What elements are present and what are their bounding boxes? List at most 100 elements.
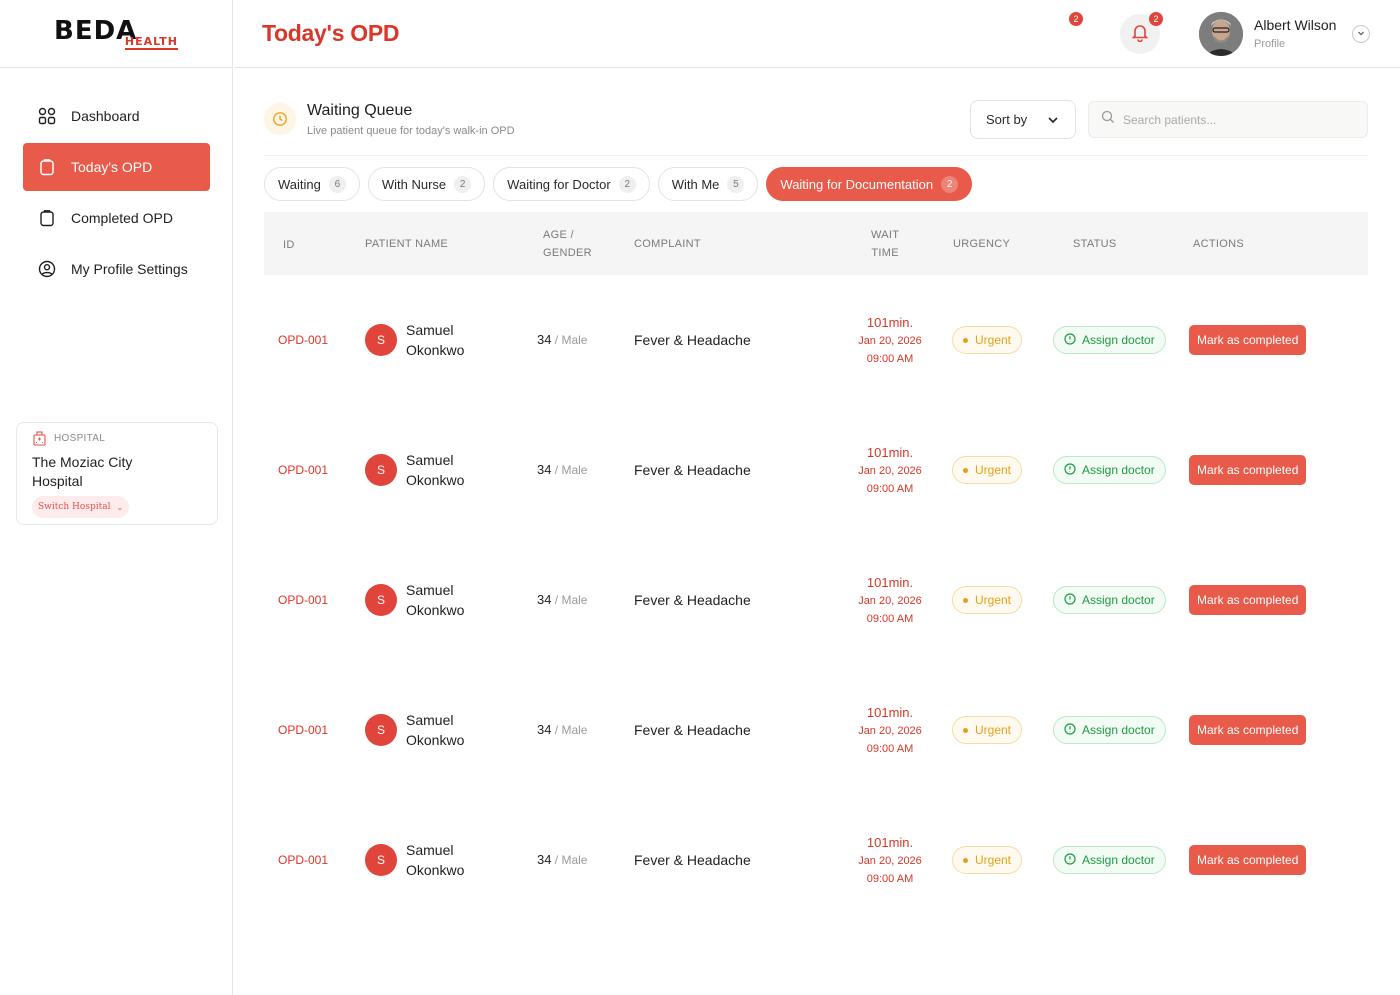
wait-time: 101min. Jan 20, 2026 09:00 AM: [849, 574, 931, 628]
sidebar-item-profile-settings[interactable]: My Profile Settings: [23, 245, 210, 293]
wait-time: 101min. Jan 20, 2026 09:00 AM: [849, 834, 931, 888]
assign-doctor-button[interactable]: Assign doctor: [1053, 326, 1166, 354]
urgency-dot-icon: [963, 857, 968, 863]
sidebar: BEDA HEALTH Dashboard Today's OPD Comple…: [0, 0, 233, 995]
wait-minutes: 101min.: [866, 705, 914, 720]
column-header-gender: GENDER: [543, 247, 592, 259]
clipboard-icon: [38, 158, 56, 176]
user-circle-icon: [38, 260, 56, 278]
avatar[interactable]: [1199, 12, 1243, 56]
mark-completed-button[interactable]: Mark as completed: [1189, 455, 1307, 485]
column-header-id: ID: [283, 239, 295, 251]
urgency-badge: Urgent: [952, 846, 1023, 874]
tab-waiting-for-documentation[interactable]: Waiting for Documentation 2: [766, 167, 973, 201]
tab-count-badge: 2: [454, 175, 472, 193]
tab-with-me[interactable]: With Me 5: [657, 167, 759, 201]
chevron-down-icon: [1356, 25, 1366, 43]
gender-value: / Male: [551, 593, 588, 607]
column-header-wait: WAIT: [871, 229, 900, 241]
wait-date: Jan 20, 2026: [858, 855, 922, 867]
patient-avatar: S: [365, 714, 397, 746]
wait-date: Jan 20, 2026: [858, 595, 922, 607]
top-header: Today's OPD 2 2 Albert Wilson Profile: [234, 0, 1400, 68]
tab-waiting[interactable]: Waiting 6: [264, 167, 360, 201]
assign-doctor-button[interactable]: Assign doctor: [1053, 846, 1166, 874]
beda-health-logo[interactable]: BEDA HEALTH: [54, 16, 178, 52]
sidebar-item-label: Today's OPD: [71, 159, 153, 175]
patient-id[interactable]: OPD-001: [278, 593, 328, 607]
tab-count-badge: 2: [941, 175, 959, 193]
patient-name: Samuel Okonkwo: [406, 840, 516, 880]
patient-id[interactable]: OPD-001: [278, 723, 328, 737]
table-row[interactable]: OPD-001 S Samuel Okonkwo 34 / Male Fever …: [264, 405, 1368, 535]
assign-doctor-label: Assign doctor: [1082, 593, 1155, 607]
tab-waiting-for-doctor[interactable]: Waiting for Doctor 2: [493, 167, 650, 201]
age-value: 34: [537, 332, 552, 347]
sidebar-item-completed-opd[interactable]: Completed OPD: [23, 194, 210, 242]
info-circle-icon: [1064, 852, 1076, 868]
tab-label: Waiting: [278, 176, 321, 192]
patient-first-name: Samuel: [406, 712, 454, 728]
tab-with-nurse[interactable]: With Nurse 2: [367, 167, 486, 201]
status-tabs: Waiting 6 With Nurse 2 Waiting for Docto…: [264, 167, 980, 201]
assign-doctor-button[interactable]: Assign doctor: [1053, 716, 1166, 744]
patient-last-name: Okonkwo: [406, 732, 465, 748]
patient-id[interactable]: OPD-001: [278, 853, 328, 867]
patient-first-name: Samuel: [406, 582, 454, 598]
column-header-time: TIME: [871, 247, 899, 259]
tab-label: Waiting for Documentation: [780, 176, 934, 192]
sidebar-nav: Dashboard Today's OPD Completed OPD My P…: [23, 92, 210, 296]
patient-id[interactable]: OPD-001: [278, 463, 328, 477]
sidebar-item-dashboard[interactable]: Dashboard: [23, 92, 210, 140]
table-row[interactable]: OPD-001 S Samuel Okonkwo 34 / Male Fever …: [264, 795, 1368, 925]
info-circle-icon: [1064, 722, 1076, 738]
wait-minutes: 101min.: [866, 445, 914, 460]
switch-hospital-button[interactable]: Switch Hospital ⌄: [32, 496, 130, 518]
logo-area: BEDA HEALTH: [0, 0, 232, 68]
column-header-wait-time: WAIT TIME: [871, 226, 899, 262]
table-row[interactable]: OPD-001 S Samuel Okonkwo 34 / Male Fever …: [264, 535, 1368, 665]
assign-doctor-label: Assign doctor: [1082, 853, 1155, 867]
assign-doctor-button[interactable]: Assign doctor: [1053, 456, 1166, 484]
queue-subtitle: Live patient queue for today's walk-in O…: [307, 125, 515, 137]
profile-menu-button[interactable]: [1352, 25, 1370, 43]
sort-by-dropdown[interactable]: Sort by: [970, 100, 1076, 139]
age-gender: 34 / Male: [537, 592, 587, 607]
grid-icon: [38, 107, 56, 125]
sidebar-item-label: Completed OPD: [71, 210, 173, 226]
table-row[interactable]: OPD-001 S Samuel Okonkwo 34 / Male Fever …: [264, 275, 1368, 405]
search-input[interactable]: [1123, 112, 1353, 127]
age-value: 34: [537, 592, 552, 607]
urgency-badge: Urgent: [952, 716, 1023, 744]
assign-doctor-button[interactable]: Assign doctor: [1053, 586, 1166, 614]
urgency-dot-icon: [963, 467, 968, 473]
patient-name: Samuel Okonkwo: [406, 320, 516, 360]
mark-completed-button[interactable]: Mark as completed: [1189, 845, 1307, 875]
mark-completed-button[interactable]: Mark as completed: [1189, 325, 1307, 355]
sort-by-label: Sort by: [986, 112, 1028, 127]
tab-count-badge: 6: [328, 175, 346, 193]
column-header-urgency: URGENCY: [953, 238, 1011, 250]
notification-count-badge[interactable]: 2: [1069, 12, 1083, 26]
search-box: [1088, 101, 1368, 138]
patient-last-name: Okonkwo: [406, 862, 465, 878]
patient-last-name: Okonkwo: [406, 602, 465, 618]
patient-id[interactable]: OPD-001: [278, 333, 328, 347]
assign-doctor-label: Assign doctor: [1082, 723, 1155, 737]
info-circle-icon: [1064, 462, 1076, 478]
patient-avatar: S: [365, 454, 397, 486]
clock-icon: [264, 103, 296, 135]
mark-completed-button[interactable]: Mark as completed: [1189, 715, 1307, 745]
wait-clock-time: 09:00 AM: [866, 483, 914, 495]
complaint: Fever & Headache: [634, 852, 751, 868]
tab-count-badge: 2: [618, 175, 636, 193]
wait-time: 101min. Jan 20, 2026 09:00 AM: [849, 314, 931, 368]
patient-name: Samuel Okonkwo: [406, 710, 516, 750]
age-value: 34: [537, 852, 552, 867]
table-header: ID PATIENT NAME AGE / GENDER COMPLAINT W…: [264, 212, 1368, 275]
mark-completed-button[interactable]: Mark as completed: [1189, 585, 1307, 615]
urgency-badge: Urgent: [952, 586, 1023, 614]
patient-first-name: Samuel: [406, 842, 454, 858]
sidebar-item-todays-opd[interactable]: Today's OPD: [23, 143, 210, 191]
table-row[interactable]: OPD-001 S Samuel Okonkwo 34 / Male Fever …: [264, 665, 1368, 795]
